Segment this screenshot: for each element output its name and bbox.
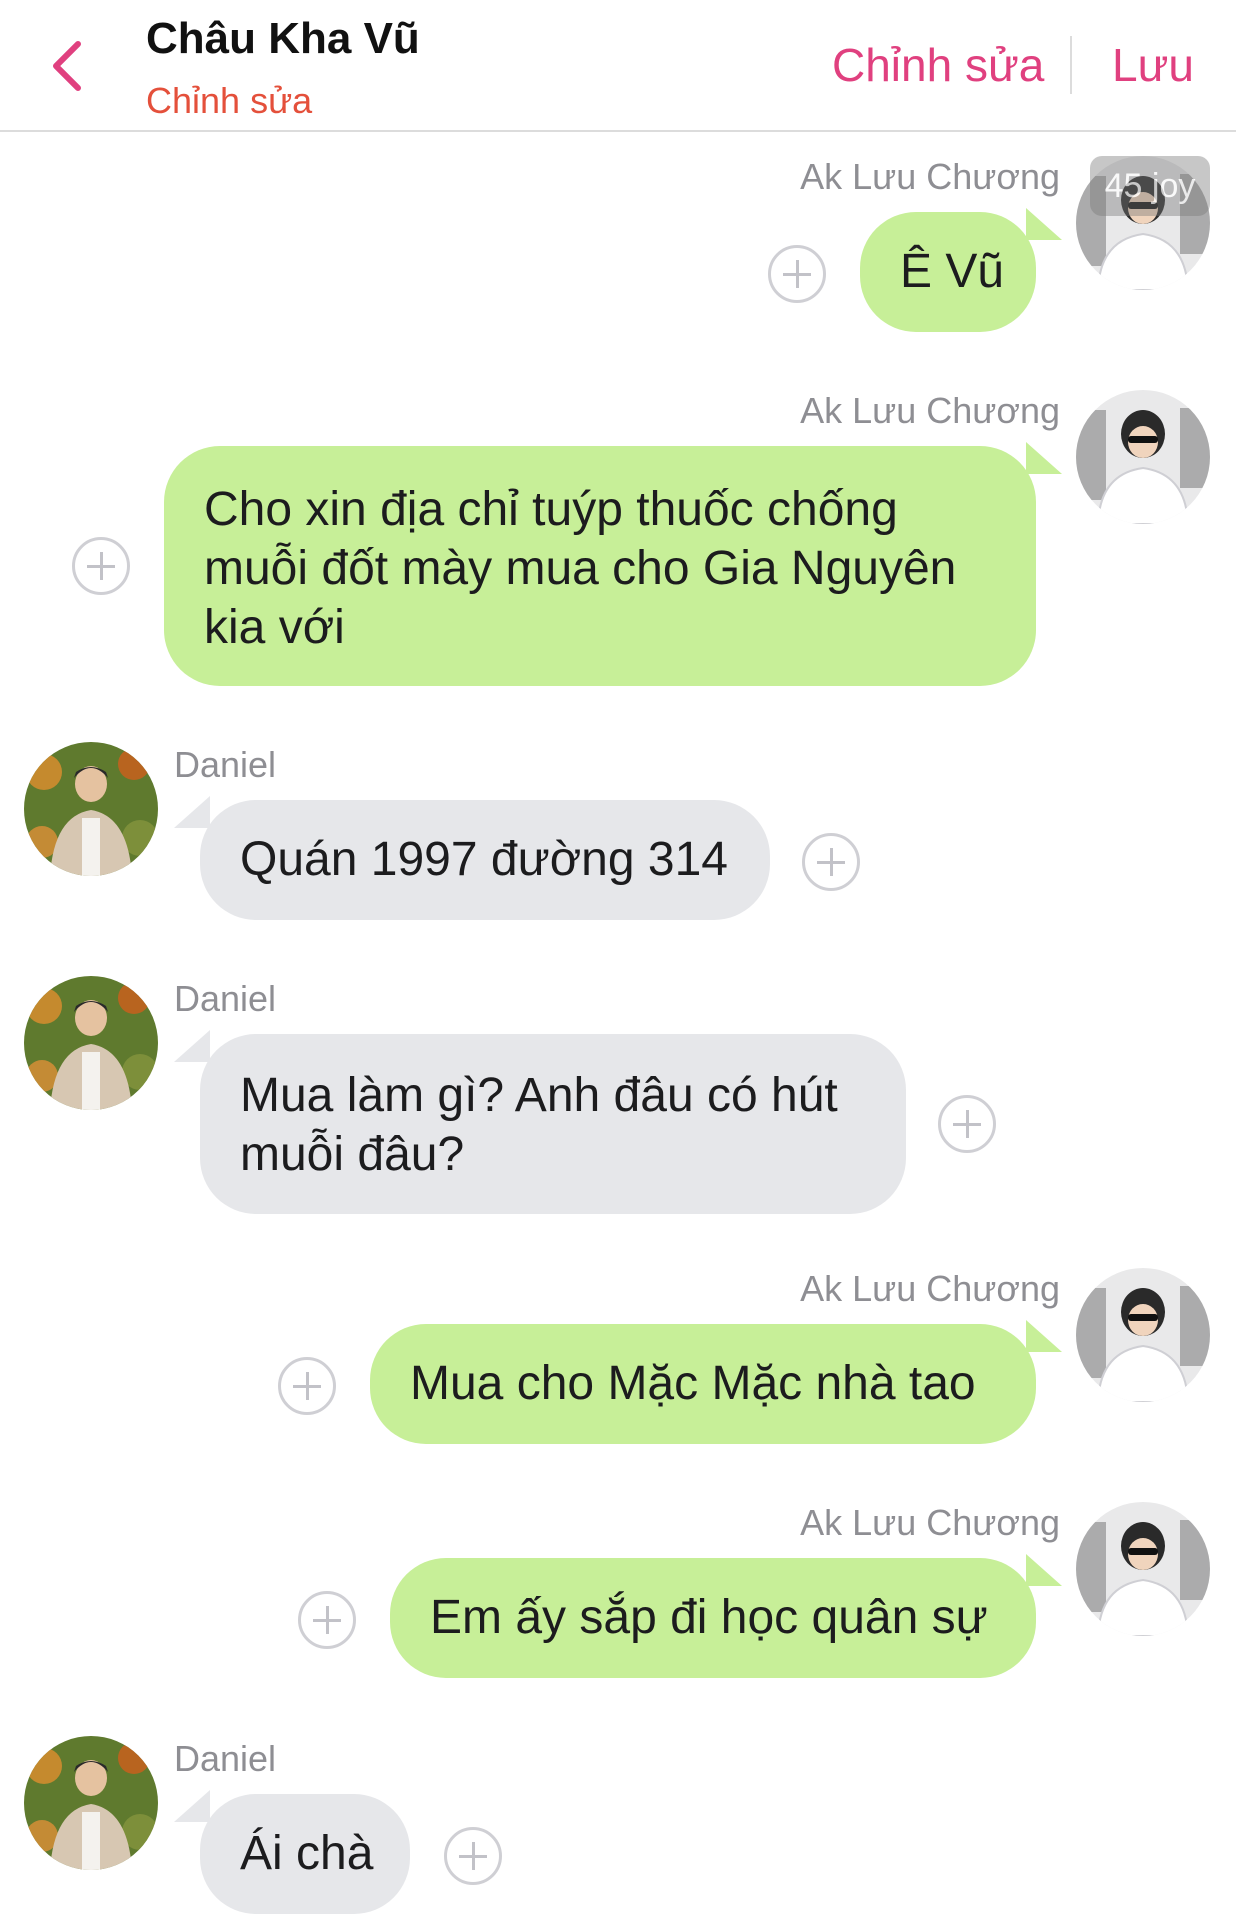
sender-name: Ak Lưu Chương (800, 1268, 1060, 1309)
message-text: Mua làm gì? Anh đâu có hút muỗi đâu? (240, 1069, 838, 1181)
add-reaction-icon[interactable] (802, 833, 860, 891)
bubble-tail (174, 1790, 210, 1822)
message-text: Em ấy sắp đi học quân sự (430, 1591, 988, 1644)
message-bubble-incoming[interactable]: Quán 1997 đường 314 (174, 796, 770, 920)
avatar[interactable] (1076, 1502, 1210, 1636)
bubble-tail (174, 1030, 210, 1062)
header-divider (1070, 36, 1072, 94)
back-chevron-icon[interactable] (44, 36, 92, 96)
add-reaction-icon[interactable] (278, 1357, 336, 1415)
add-reaction-icon[interactable] (444, 1827, 502, 1885)
add-reaction-icon[interactable] (768, 245, 826, 303)
message-bubble-outgoing[interactable]: Em ấy sắp đi học quân sự (390, 1554, 1062, 1678)
header-subtitle[interactable]: Chỉnh sửa (146, 80, 312, 122)
message-text: Mua cho Mặc Mặc nhà tao (410, 1357, 976, 1410)
message-bubble-incoming[interactable]: Ái chà (174, 1790, 410, 1914)
message-text: Ái chà (240, 1827, 374, 1880)
sender-name: Ak Lưu Chương (800, 156, 1060, 197)
message-text: Ê Vũ (900, 245, 1005, 298)
avatar[interactable] (1076, 1268, 1210, 1402)
message-text: Quán 1997 đường 314 (240, 833, 728, 886)
bubble-tail (1026, 1554, 1062, 1586)
add-reaction-icon[interactable] (298, 1591, 356, 1649)
bubble-tail (1026, 442, 1062, 474)
chat-header: Châu Kha Vũ Chỉnh sửa Chỉnh sửa Lưu (0, 0, 1236, 132)
message-bubble-outgoing[interactable]: Ê Vũ (860, 208, 1062, 332)
message-bubble-incoming[interactable]: Mua làm gì? Anh đâu có hút muỗi đâu? (174, 1030, 906, 1214)
sticker-badge: 45 joy (1090, 156, 1210, 216)
avatar[interactable] (24, 976, 158, 1110)
sender-name: Ak Lưu Chương (800, 1502, 1060, 1543)
add-reaction-icon[interactable] (72, 537, 130, 595)
bubble-tail (1026, 208, 1062, 240)
bubble-tail (174, 796, 210, 828)
avatar[interactable] (24, 1736, 158, 1870)
avatar[interactable] (24, 742, 158, 876)
message-bubble-outgoing[interactable]: Cho xin địa chỉ tuýp thuốc chống muỗi đố… (164, 442, 1062, 686)
add-reaction-icon[interactable] (938, 1095, 996, 1153)
avatar[interactable] (1076, 390, 1210, 524)
save-button[interactable]: Lưu (1112, 38, 1194, 92)
bubble-tail (1026, 1320, 1062, 1352)
edit-button[interactable]: Chỉnh sửa (832, 38, 1044, 92)
sender-name: Daniel (174, 744, 277, 785)
contact-name: Châu Kha Vũ (146, 14, 420, 63)
sender-name: Daniel (174, 978, 277, 1019)
message-bubble-outgoing[interactable]: Mua cho Mặc Mặc nhà tao (370, 1320, 1062, 1444)
sender-name: Ak Lưu Chương (800, 390, 1060, 431)
message-text: Cho xin địa chỉ tuýp thuốc chống muỗi đố… (204, 483, 957, 654)
sender-name: Daniel (174, 1738, 277, 1779)
